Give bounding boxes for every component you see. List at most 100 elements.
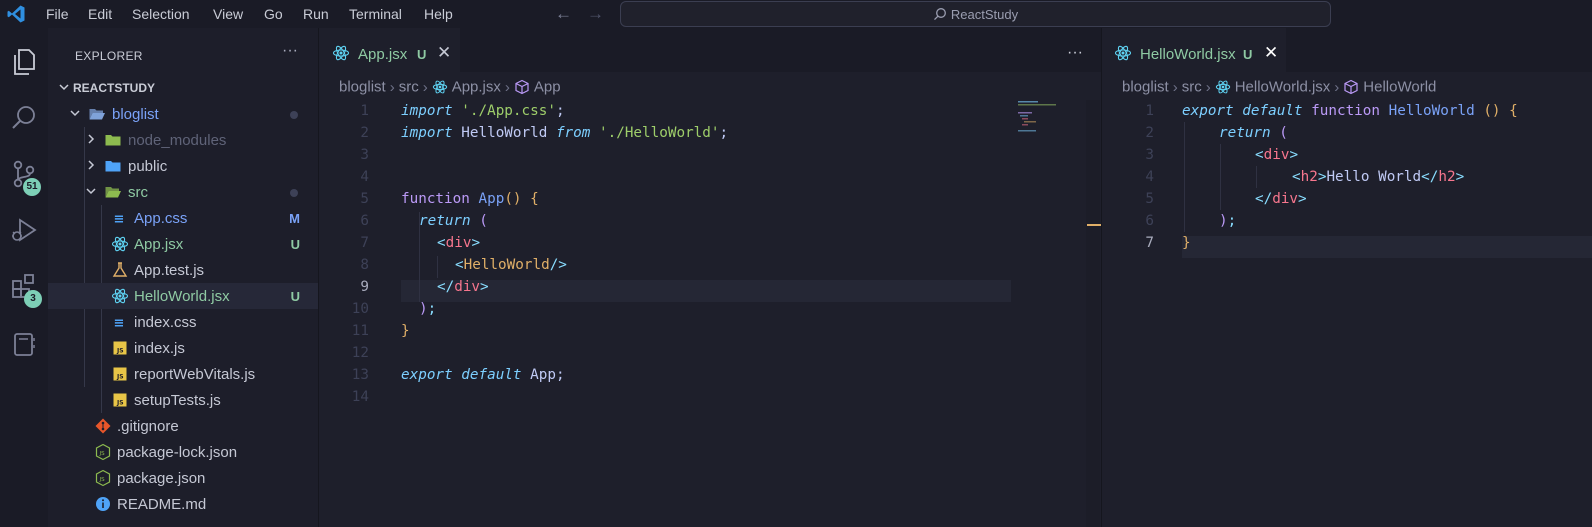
tree-item-label: setupTests.js (134, 392, 221, 409)
breadcrumb-bloglist[interactable]: bloglist (1122, 79, 1169, 96)
project-section-header[interactable]: REACTSTUDY (58, 81, 155, 95)
node-folder-icon (105, 135, 121, 146)
line-number: 8 (360, 257, 369, 273)
line-number: 13 (351, 367, 369, 383)
json-file-icon: JS (95, 443, 111, 461)
tree-item-app-test-js[interactable]: App.test.js (48, 257, 318, 283)
folder-open-icon (89, 109, 105, 120)
search-icon (933, 8, 946, 21)
indent-guide (1256, 166, 1257, 188)
tree-item-readme-md[interactable]: README.md (48, 491, 318, 517)
menu-edit[interactable]: Edit (88, 6, 112, 22)
chevron-right-icon: › (1334, 78, 1340, 96)
indent-guide (1184, 122, 1185, 232)
app-jsx-editor[interactable]: 1 2 3 4 5 6 7 8 9 10 11 12 13 14 import './App.css'; … (320, 100, 1086, 527)
git-status-badge: U (290, 237, 300, 252)
tree-item-setuptests-js[interactable]: JS setupTests.js (48, 387, 318, 413)
css-file-icon: ≡ (114, 316, 125, 331)
breadcrumb-src[interactable]: src (1182, 79, 1202, 96)
menu-view[interactable]: View (213, 6, 243, 22)
css-file-icon: ≡ (114, 212, 125, 227)
tree-item-index-css[interactable]: ≡ index.css (48, 309, 318, 335)
json-file-icon: JS (95, 469, 111, 487)
breadcrumb-src[interactable]: src (399, 79, 419, 96)
tree-item-index-js[interactable]: JS index.js (48, 335, 318, 361)
command-center-label: ReactStudy (950, 7, 1019, 22)
breadcrumb-file[interactable]: HelloWorld.jsx (1235, 79, 1331, 96)
menu-go[interactable]: Go (264, 6, 283, 22)
menu-run[interactable]: Run (303, 6, 329, 22)
tree-item-public[interactable]: public (48, 153, 318, 179)
extensions-badge: 3 (24, 290, 42, 308)
tab-helloworld-label: HelloWorld.jsx (1140, 46, 1236, 63)
menu-help[interactable]: Help (424, 6, 453, 22)
search-icon[interactable] (8, 102, 40, 134)
editor-more-actions[interactable]: ··· (1067, 44, 1083, 62)
git-status-badge: U (290, 289, 300, 304)
source-control-badge: 51 (23, 178, 41, 196)
tab-app-jsx[interactable]: App.jsx U ✕ (320, 28, 460, 72)
tree-item-label: public (128, 158, 168, 175)
tree-item-gitignore[interactable]: .gitignore (48, 413, 318, 439)
react-icon (1114, 45, 1132, 61)
explorer-icon[interactable] (8, 46, 40, 78)
tree-item-helloworld-jsx[interactable]: HelloWorld.jsx U (48, 283, 318, 309)
menu-selection[interactable]: Selection (132, 6, 190, 22)
command-center[interactable]: ReactStudy (620, 1, 1331, 27)
modified-dot (290, 111, 298, 119)
tab-helloworld-jsx[interactable]: HelloWorld.jsx U ✕ (1102, 28, 1286, 72)
line-number: 2 (360, 125, 369, 141)
line-number: 1 (360, 103, 369, 119)
breadcrumb-bloglist[interactable]: bloglist (339, 79, 386, 96)
right-tab-bar: HelloWorld.jsx U ✕ (1102, 28, 1592, 72)
line-number: 4 (360, 169, 369, 185)
tab-app-jsx-label: App.jsx (358, 46, 408, 63)
line-number: 4 (1145, 169, 1154, 185)
menu-terminal[interactable]: Terminal (349, 6, 402, 22)
right-breadcrumb: bloglist › src › HelloWorld.jsx › HelloWorld (1122, 78, 1436, 100)
run-debug-icon[interactable] (8, 214, 40, 246)
menu-file[interactable]: File (46, 6, 69, 22)
tree-item-label: reportWebVitals.js (134, 366, 256, 383)
js-file-icon: JS (113, 341, 127, 355)
tree-item-app-css[interactable]: ≡ App.css M (48, 205, 318, 231)
title-bar: File Edit Selection View Go Run Terminal… (0, 0, 1592, 28)
vscode-logo-icon[interactable] (6, 4, 26, 24)
helloworld-jsx-editor[interactable]: 1234567 export default function HelloWor… (1102, 100, 1592, 527)
back-arrow-icon[interactable]: ← (555, 4, 572, 24)
tree-item-app-jsx[interactable]: App.jsx U (48, 231, 318, 257)
tree-item-reportwebvitals-js[interactable]: JS reportWebVitals.js (48, 361, 318, 387)
tree-item-package-lock-json[interactable]: JS package-lock.json (48, 439, 318, 465)
line-number: 6 (1145, 213, 1154, 229)
tree-item-label: HelloWorld.jsx (134, 288, 230, 305)
forward-arrow-icon[interactable]: → (587, 4, 604, 24)
close-icon[interactable]: ✕ (1264, 43, 1278, 63)
line-number: 3 (360, 147, 369, 163)
explorer-more-actions[interactable]: ··· (282, 42, 298, 60)
scrollbar-cursor-marker (1087, 224, 1101, 226)
tree-item-bloglist[interactable]: bloglist (48, 101, 318, 127)
breadcrumb-symbol[interactable]: App (534, 79, 561, 96)
chevron-down-icon (86, 188, 96, 195)
tree-item-package-json[interactable]: JS package.json (48, 465, 318, 491)
tree-item-label: package-lock.json (117, 444, 238, 461)
line-number: 12 (351, 345, 369, 361)
indent-guide (437, 256, 438, 278)
current-line-highlight (401, 280, 1011, 302)
notebook-icon[interactable] (8, 328, 40, 360)
src-folder-open-icon (105, 187, 121, 198)
vertical-scrollbar[interactable] (1086, 100, 1100, 527)
test-flask-icon (112, 262, 128, 277)
tree-item-src[interactable]: src (48, 179, 318, 205)
tree-item-label: bloglist (112, 106, 159, 123)
svg-text:JS: JS (99, 451, 106, 457)
breadcrumb-symbol[interactable]: HelloWorld (1363, 79, 1436, 96)
tree-item-node-modules[interactable]: node_modules (48, 127, 318, 153)
close-icon[interactable]: ✕ (437, 43, 451, 63)
svg-text:JS: JS (116, 374, 124, 381)
line-number: 10 (351, 301, 369, 317)
line-number: 2 (1145, 125, 1154, 141)
minimap[interactable] (1018, 100, 1080, 140)
tree-item-label: .gitignore (117, 418, 179, 435)
breadcrumb-file[interactable]: App.jsx (452, 79, 501, 96)
